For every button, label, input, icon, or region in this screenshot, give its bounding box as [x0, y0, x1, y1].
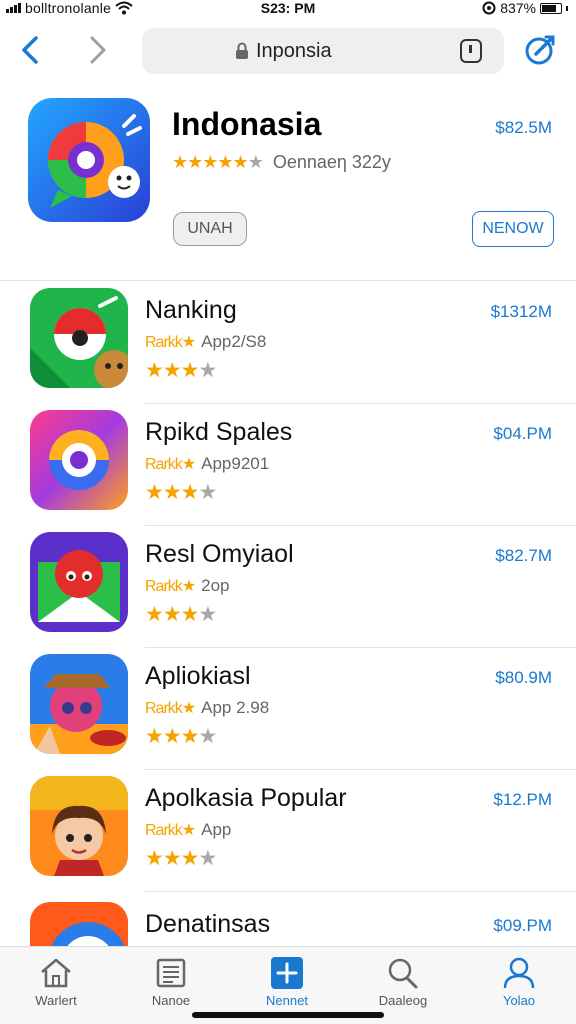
app-icon [30, 654, 128, 754]
plus-square-icon [271, 957, 303, 989]
battery-icon [540, 2, 562, 14]
status-bar: bolltronolanle S23: PM 837% [0, 0, 576, 18]
star-rating: ★★★★ [145, 359, 217, 382]
app-icon [30, 410, 128, 510]
tab-label: Yolao [502, 993, 536, 1008]
search-icon [388, 958, 418, 989]
list-item[interactable]: Apliokiasl Rarkk★ App 2.98 ★★★★ $80.9M [0, 648, 576, 770]
app-price: $1312M [490, 302, 552, 321]
app-name: Rpikd Spales [145, 418, 293, 446]
person-icon [503, 957, 535, 989]
app-meta: App [201, 820, 232, 839]
app-price: $82.7M [495, 546, 552, 565]
chevron-right-icon [90, 36, 106, 64]
app-subtitle: Rarkk★ 2op [145, 576, 230, 596]
list-item[interactable]: Apolkasia Popular Rarkk★ App ★★★★ $12.PM [0, 770, 576, 892]
list-item[interactable]: Resl Omyiaol Rarkk★ 2op ★★★★ $82.7M [0, 526, 576, 648]
app-meta: 2op [201, 576, 230, 595]
app-meta: App2/S8 [201, 332, 267, 351]
tab-label: Nennet [266, 993, 308, 1008]
app-subtitle: Rarkk★ App [145, 820, 231, 840]
tab-daaleog[interactable]: Daaleog [353, 957, 453, 1017]
app-meta: App9201 [201, 454, 270, 473]
forward-button[interactable] [82, 32, 114, 68]
app-icon [30, 288, 128, 388]
tab-label: Nanoe [151, 993, 191, 1008]
app-icon [30, 532, 128, 632]
tabs-icon[interactable] [460, 39, 482, 63]
status-right: 837% [482, 0, 568, 16]
app-sub-label: Rarkk★ [145, 700, 196, 717]
featured-meta: Oennaeη 322y [272, 152, 391, 172]
divider [0, 280, 576, 281]
home-icon [41, 958, 71, 988]
featured-app: Indonasia ★★★★★★ Oennaeη 322y $82.5M UNA… [0, 92, 576, 278]
battery-percent: 837% [500, 0, 536, 16]
app-name: Apolkasia Popular [145, 784, 347, 812]
star-rating: ★★★★ [145, 725, 217, 748]
app-price: $12.PM [493, 790, 552, 809]
star-rating: ★★★★ [145, 481, 217, 504]
app-name: Resl Omyiaol [145, 540, 294, 568]
tab-nanoe[interactable]: Nanoe [121, 957, 221, 1017]
app-price: $09.PM [493, 916, 552, 935]
star-rating: ★★★★ [145, 603, 217, 626]
tab-yolao[interactable]: Yolao [469, 957, 569, 1017]
featured-rating: ★★★★★★ Oennaeη 322y [172, 152, 391, 173]
app-sub-label: Rarkk★ [145, 822, 196, 839]
home-indicator[interactable] [192, 1012, 384, 1018]
app-icon [30, 902, 128, 946]
list-item[interactable]: Nanking Rarkk★ App2/S8 ★★★★ $1312M [0, 282, 576, 404]
news-icon [156, 958, 186, 988]
list-item[interactable]: Denatinsas $09.PM [0, 896, 576, 946]
tab-label: Daaleog [378, 993, 428, 1008]
battery-cap [566, 5, 568, 11]
star-rating: ★★★★ [145, 847, 217, 870]
featured-app-icon[interactable] [28, 98, 150, 222]
tab-nennet[interactable]: Nennet [237, 957, 337, 1017]
address-text: Inponsia [256, 40, 332, 62]
app-sub-label: Rarkk★ [145, 456, 196, 473]
featured-app-title: Indonasia [172, 106, 322, 142]
star-rating: ★★★★★★ [172, 152, 264, 172]
app-icon [30, 776, 128, 876]
tab-label: Warlert [35, 993, 77, 1008]
app-price: $80.9M [495, 668, 552, 687]
featured-get-button[interactable]: NENOW [472, 211, 554, 247]
app-name: Apliokiasl [145, 662, 251, 690]
app-sub-label: Rarkk★ [145, 334, 196, 351]
app-name: Denatinsas [145, 910, 271, 938]
featured-price: $82.5M [495, 118, 552, 137]
browser-nav: Inponsia [0, 22, 576, 82]
address-bar[interactable]: Inponsia [142, 28, 504, 74]
list-item[interactable]: Rpikd Spales Rarkk★ App9201 ★★★★ $04.PM [0, 404, 576, 526]
app-subtitle: Rarkk★ App9201 [145, 454, 269, 474]
lock-icon [236, 42, 248, 59]
app-meta: App 2.98 [201, 698, 270, 717]
app-sub-label: Rarkk★ [145, 578, 196, 595]
featured-secondary-button[interactable]: UNAH [173, 212, 247, 246]
chevron-left-icon [22, 36, 38, 64]
tab-warlert[interactable]: Warlert [6, 957, 106, 1017]
divider [145, 891, 576, 892]
app-subtitle: Rarkk★ App 2.98 [145, 698, 269, 718]
app-price: $04.PM [493, 424, 552, 443]
share-button[interactable] [522, 32, 558, 68]
app-name: Nanking [145, 296, 237, 324]
app-subtitle: Rarkk★ App2/S8 [145, 332, 266, 352]
back-button[interactable] [16, 32, 48, 68]
alarm-icon [482, 1, 496, 15]
compose-icon [525, 35, 555, 65]
